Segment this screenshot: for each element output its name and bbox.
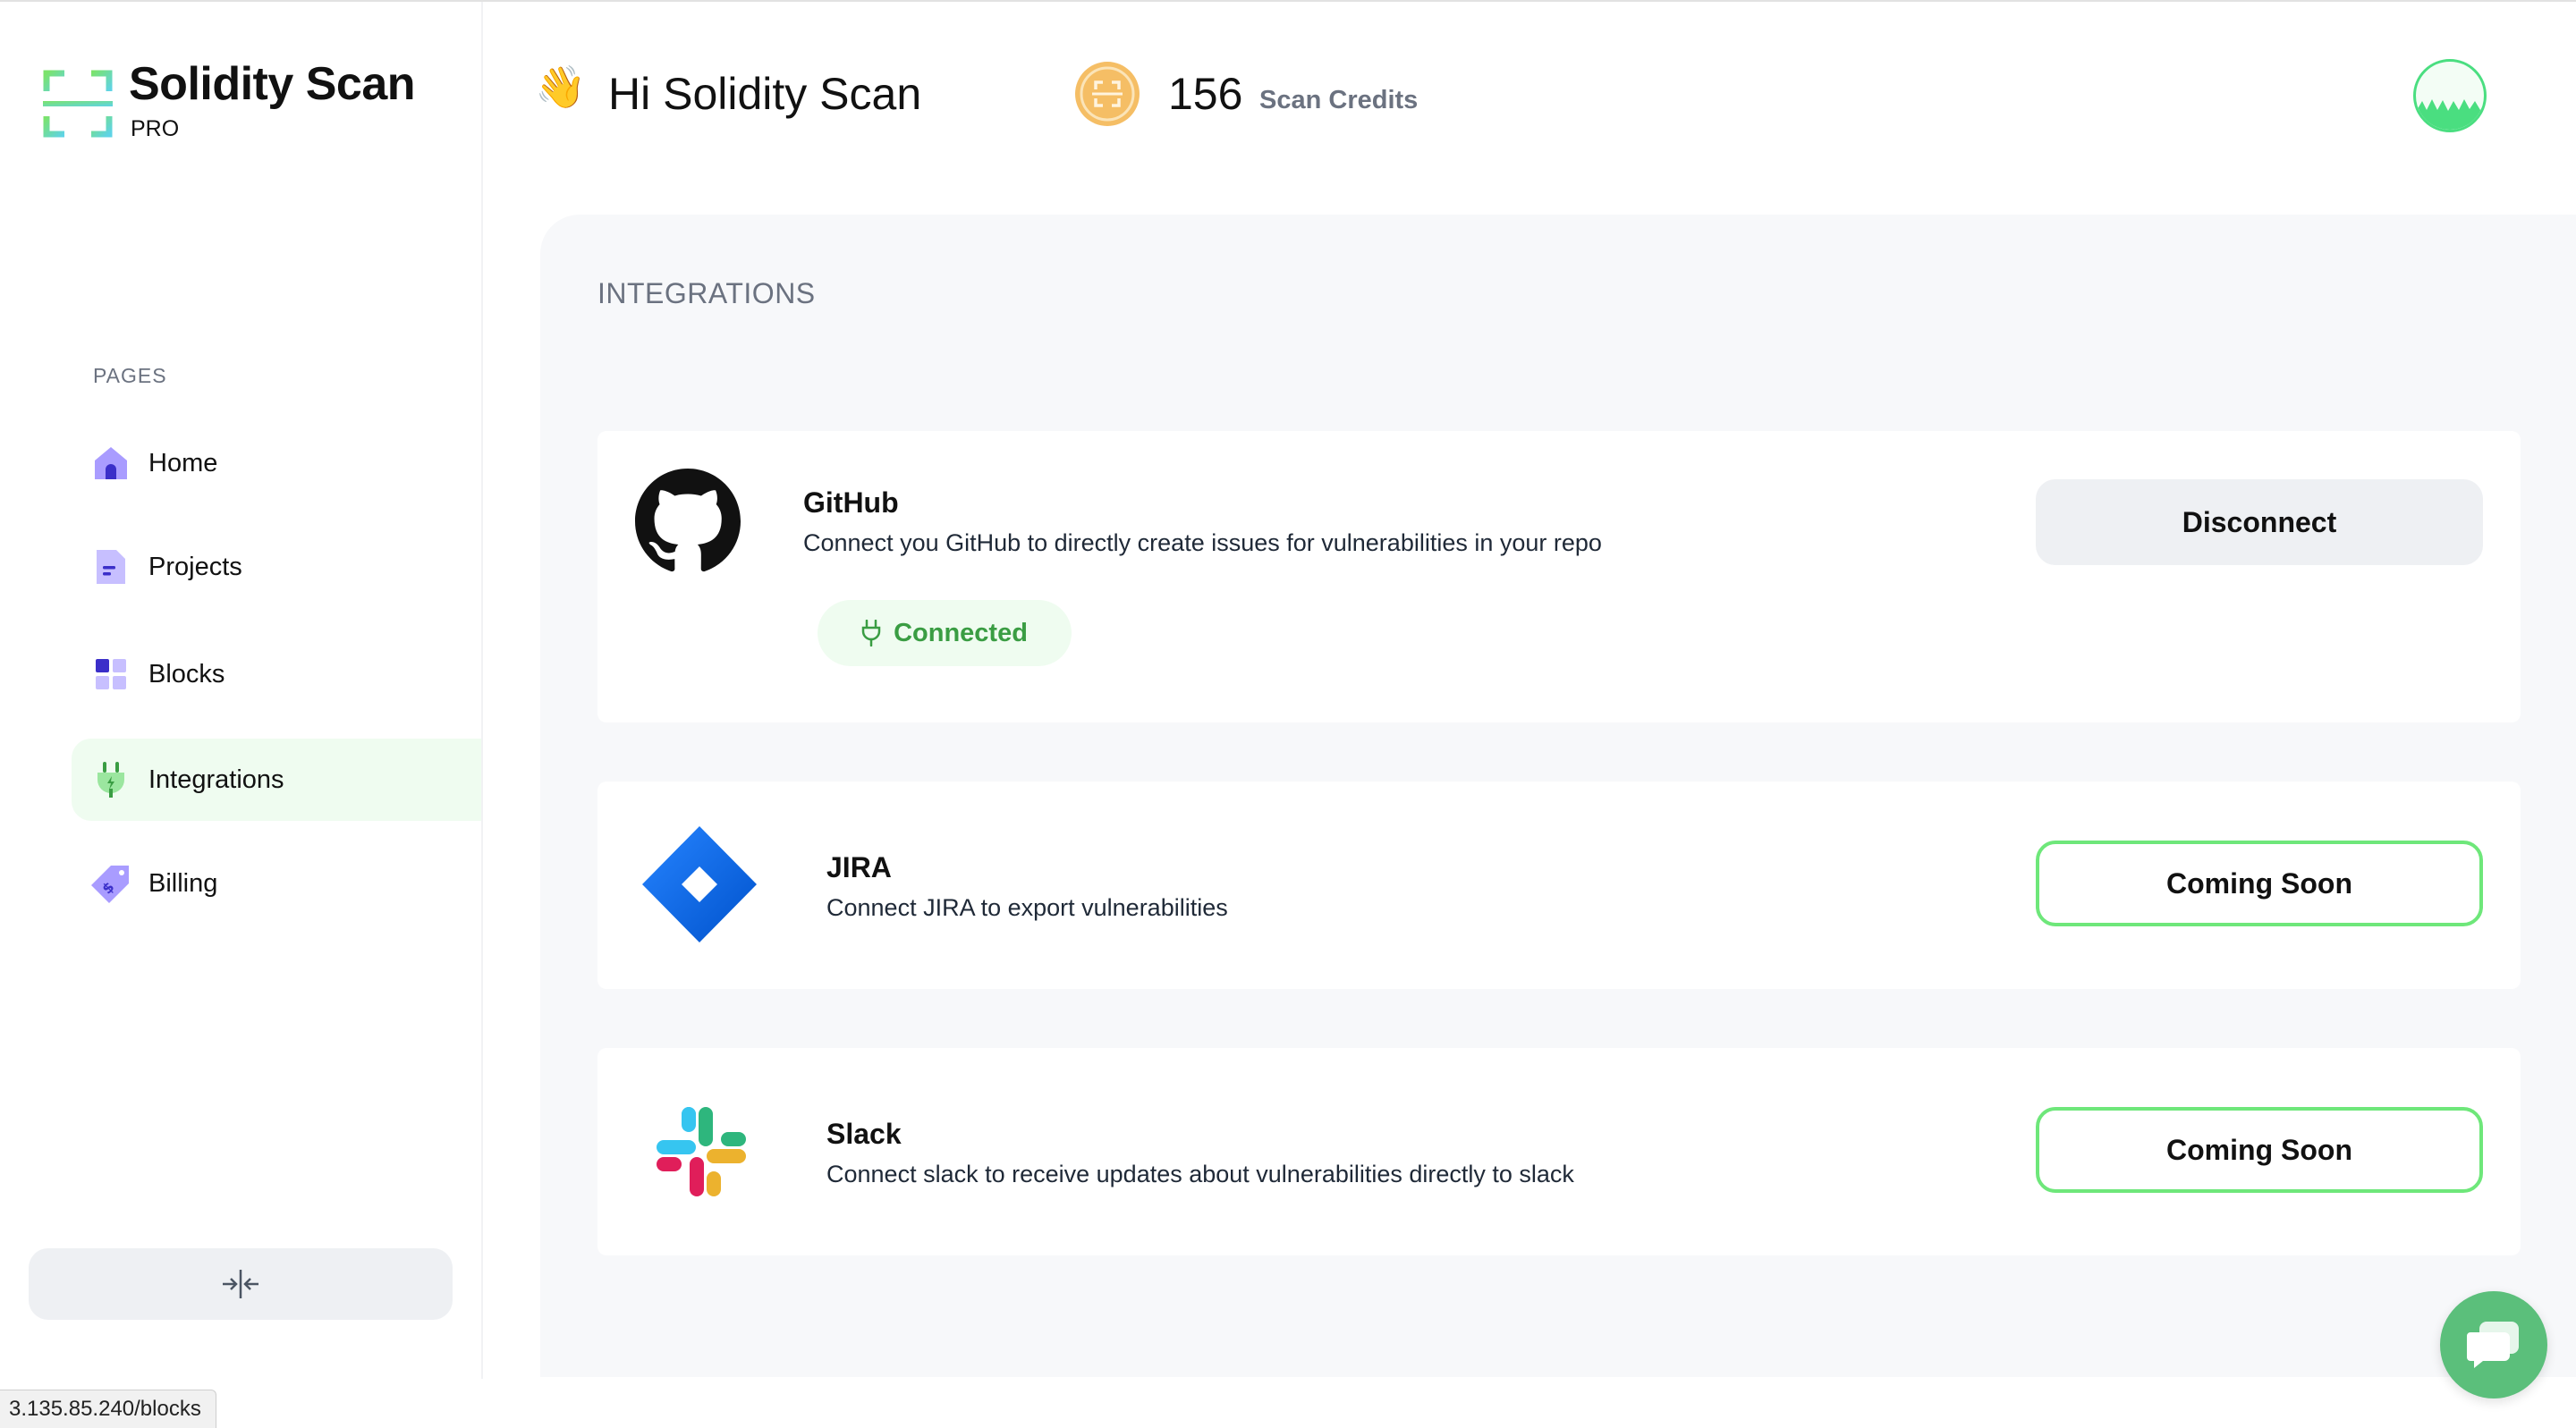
integration-name: Slack	[826, 1118, 902, 1150]
page-title: INTEGRATIONS	[597, 277, 816, 309]
sidebar-item-label: Projects	[148, 552, 242, 581]
sidebar-item-home[interactable]: Home	[72, 422, 481, 504]
grid-icon	[91, 655, 131, 694]
sidebar-item-label: Integrations	[148, 765, 284, 794]
scan-credit-coin-icon	[1075, 62, 1140, 126]
integration-name: GitHub	[803, 486, 899, 519]
document-icon	[91, 547, 131, 587]
status-badge-label: Connected	[894, 618, 1028, 647]
price-tag-icon: $	[91, 864, 131, 903]
chat-support-button[interactable]	[2440, 1291, 2547, 1398]
jira-icon	[642, 826, 757, 942]
pages-section-label: PAGES	[93, 364, 167, 387]
scan-credits-label: Scan Credits	[1259, 86, 1419, 114]
integrations-panel: INTEGRATIONS GitHub Connect you GitHub t…	[540, 215, 2576, 1377]
scan-credits-count: 156	[1168, 69, 1243, 119]
integration-card-jira: JIRA Connect JIRA to export vulnerabilit…	[597, 782, 2521, 989]
greeting-title: Hi Solidity Scan	[608, 69, 922, 119]
plan-label: PRO	[131, 116, 180, 141]
avatar[interactable]	[2413, 59, 2487, 132]
integration-name: JIRA	[826, 851, 892, 883]
integration-card-github: GitHub Connect you GitHub to directly cr…	[597, 431, 2521, 722]
sidebar-item-billing[interactable]: $ Billing	[72, 842, 481, 925]
integration-description: Connect you GitHub to directly create is…	[803, 529, 1602, 556]
sidebar-item-label: Billing	[148, 868, 218, 898]
github-icon	[635, 469, 741, 572]
sidebar: Solidity Scan PRO PAGES Home Projects Bl…	[0, 2, 483, 1379]
sidebar-item-label: Blocks	[148, 659, 225, 689]
scan-logo-icon	[43, 70, 113, 138]
home-icon	[91, 444, 131, 483]
status-bar-url: 3.135.85.240/blocks	[0, 1390, 216, 1428]
avatar-grass-icon	[2416, 99, 2484, 130]
collapse-sidebar-button[interactable]	[29, 1248, 453, 1320]
sidebar-item-integrations[interactable]: Integrations	[72, 739, 481, 821]
integration-description: Connect slack to receive updates about v…	[826, 1161, 1574, 1187]
integration-card-slack: Slack Connect slack to receive updates a…	[597, 1048, 2521, 1255]
app-name: Solidity Scan	[129, 58, 416, 110]
collapse-arrows-icon	[223, 1270, 258, 1298]
waving-hand-icon: 👋	[535, 63, 587, 110]
slack-coming-soon-button[interactable]: Coming Soon	[2036, 1107, 2483, 1193]
plug-icon	[91, 760, 131, 799]
slack-icon	[657, 1107, 746, 1196]
chat-bubble-icon	[2467, 1322, 2519, 1368]
disconnect-github-button[interactable]: Disconnect	[2036, 479, 2483, 565]
integration-description: Connect JIRA to export vulnerabilities	[826, 894, 1228, 921]
jira-coming-soon-button[interactable]: Coming Soon	[2036, 841, 2483, 926]
plug-icon	[861, 620, 881, 646]
status-badge: Connected	[818, 600, 1072, 666]
sidebar-item-projects[interactable]: Projects	[72, 526, 481, 608]
sidebar-item-blocks[interactable]: Blocks	[72, 633, 481, 715]
sidebar-item-label: Home	[148, 448, 218, 477]
